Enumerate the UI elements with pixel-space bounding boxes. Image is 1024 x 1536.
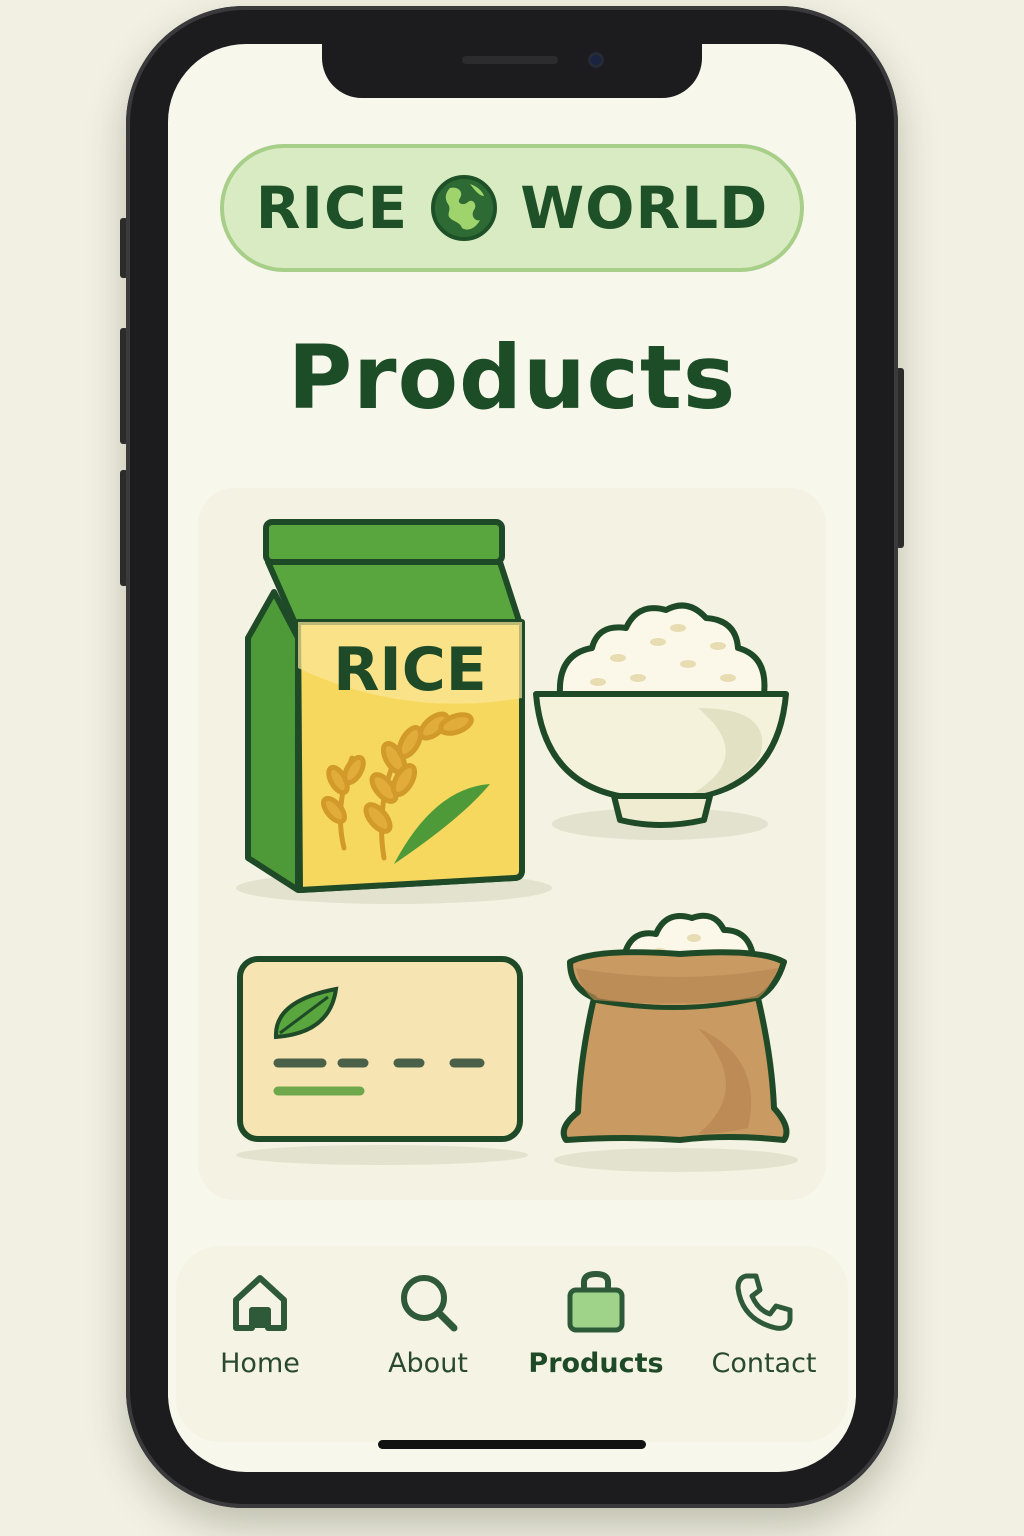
nav-label-contact: Contact xyxy=(711,1348,817,1379)
bottom-navigation: Home About Products Contact xyxy=(176,1246,848,1442)
nav-label-home: Home xyxy=(220,1348,300,1379)
gift-card-icon[interactable] xyxy=(234,953,534,1173)
bag-label: RICE xyxy=(333,635,487,705)
notch xyxy=(322,44,702,98)
rice-bag-icon[interactable]: RICE xyxy=(234,518,554,908)
nav-label-about: About xyxy=(388,1348,468,1379)
globe-icon xyxy=(431,175,498,241)
rice-bowl-icon[interactable] xyxy=(528,598,798,848)
nav-label-products: Products xyxy=(528,1348,664,1379)
nav-item-products[interactable]: Products xyxy=(521,1270,671,1379)
home-icon xyxy=(233,1275,287,1331)
speaker-grille xyxy=(462,56,558,64)
page-title: Products xyxy=(287,326,737,429)
front-camera xyxy=(588,52,604,68)
home-indicator[interactable] xyxy=(378,1440,646,1449)
nav-item-about[interactable]: About xyxy=(353,1270,503,1379)
brand-word-left: RICE xyxy=(255,174,409,242)
rice-sack-icon[interactable] xyxy=(548,908,808,1178)
app-screen: RICE WORLD Products RICE Home About Prod… xyxy=(168,44,856,1472)
nav-item-contact[interactable]: Contact xyxy=(689,1270,839,1379)
nav-item-home[interactable]: Home xyxy=(185,1270,335,1379)
brand-word-right: WORLD xyxy=(520,174,769,242)
phone-icon xyxy=(735,1273,793,1331)
product-grid: RICE xyxy=(198,488,826,1200)
shopping-bag-icon xyxy=(567,1270,625,1333)
brand-logo[interactable]: RICE WORLD xyxy=(220,144,804,272)
search-icon xyxy=(401,1275,458,1332)
